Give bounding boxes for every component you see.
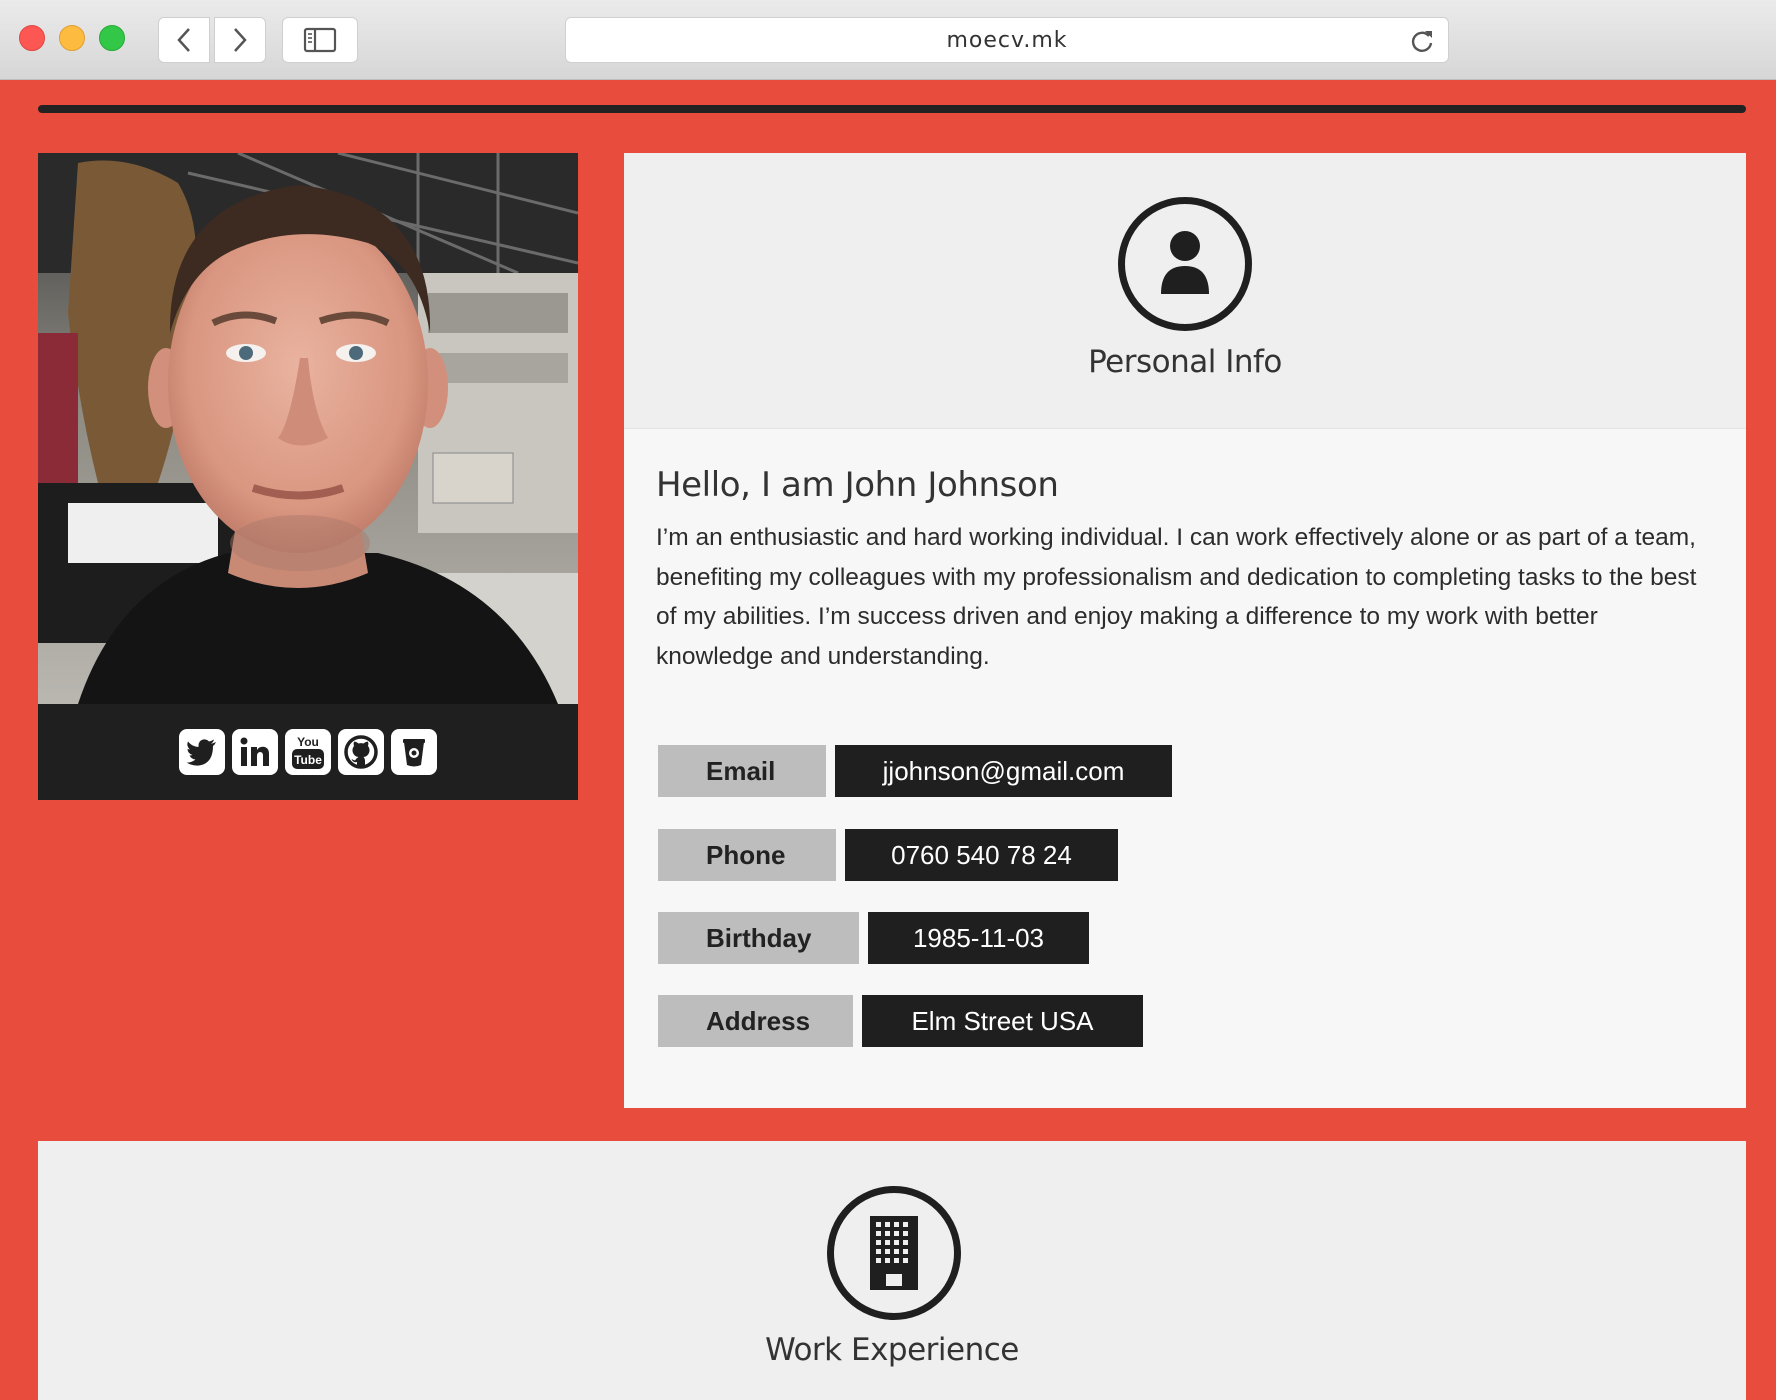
user-icon xyxy=(1118,197,1252,331)
minimize-window-button[interactable] xyxy=(59,25,85,51)
phone-row: Phone 0760 540 78 24 xyxy=(658,829,1118,881)
github-link[interactable] xyxy=(338,729,384,775)
building-icon xyxy=(827,1186,961,1320)
bio-text: I’m an enthusiastic and hard working ind… xyxy=(656,524,1697,670)
svg-text:You: You xyxy=(297,735,319,749)
back-button[interactable] xyxy=(158,17,210,63)
portrait-image xyxy=(38,153,578,704)
personal-info-header: Personal Info xyxy=(624,153,1746,429)
zoom-window-button[interactable] xyxy=(99,25,125,51)
email-value[interactable]: jjohnson@gmail.com xyxy=(835,745,1172,797)
section-title: Personal Info xyxy=(1088,344,1282,380)
social-links: You Tube xyxy=(38,704,578,800)
forward-button[interactable] xyxy=(214,17,266,63)
linkedin-link[interactable] xyxy=(232,729,278,775)
section-title: Work Experience xyxy=(765,1332,1019,1368)
greeting-heading: Hello, I am John Johnson xyxy=(656,465,1059,505)
address-row: Address Elm Street USA xyxy=(658,995,1143,1047)
stack-icon xyxy=(403,739,425,767)
close-window-button[interactable] xyxy=(19,25,45,51)
chevron-right-icon xyxy=(234,28,247,52)
personal-info-card: Personal Info Hello, I am John Johnson I… xyxy=(624,153,1746,1108)
svg-text:Tube: Tube xyxy=(294,753,322,767)
youtube-link[interactable]: You Tube xyxy=(285,729,331,775)
phone-label: Phone xyxy=(658,829,836,881)
twitter-link[interactable] xyxy=(179,729,225,775)
birthday-value: 1985-11-03 xyxy=(868,912,1089,964)
address-bar[interactable]: moecv.mk xyxy=(565,17,1449,63)
stack-link[interactable] xyxy=(391,729,437,775)
phone-value: 0760 540 78 24 xyxy=(845,829,1118,881)
linkedin-icon xyxy=(240,737,269,766)
email-row: Email jjohnson@gmail.com xyxy=(658,745,1172,797)
youtube-icon: You Tube xyxy=(292,735,324,769)
reload-icon[interactable] xyxy=(1408,27,1436,55)
birthday-label: Birthday xyxy=(658,912,859,964)
twitter-icon xyxy=(186,739,216,766)
birthday-row: Birthday 1985-11-03 xyxy=(658,912,1089,964)
profile-photo xyxy=(38,153,578,704)
address-value: Elm Street USA xyxy=(862,995,1143,1047)
browser-toolbar: moecv.mk xyxy=(0,0,1776,80)
sidebar-toggle-button[interactable] xyxy=(282,17,358,63)
work-experience-card: Work Experience xyxy=(38,1141,1746,1400)
sidebar-icon xyxy=(303,27,337,53)
email-label: Email xyxy=(658,745,826,797)
address-label: Address xyxy=(658,995,853,1047)
profile-card: You Tube xyxy=(38,153,578,800)
chevron-left-icon xyxy=(177,28,190,52)
github-icon xyxy=(344,735,378,769)
url-text: moecv.mk xyxy=(946,27,1068,53)
top-divider xyxy=(38,105,1746,113)
